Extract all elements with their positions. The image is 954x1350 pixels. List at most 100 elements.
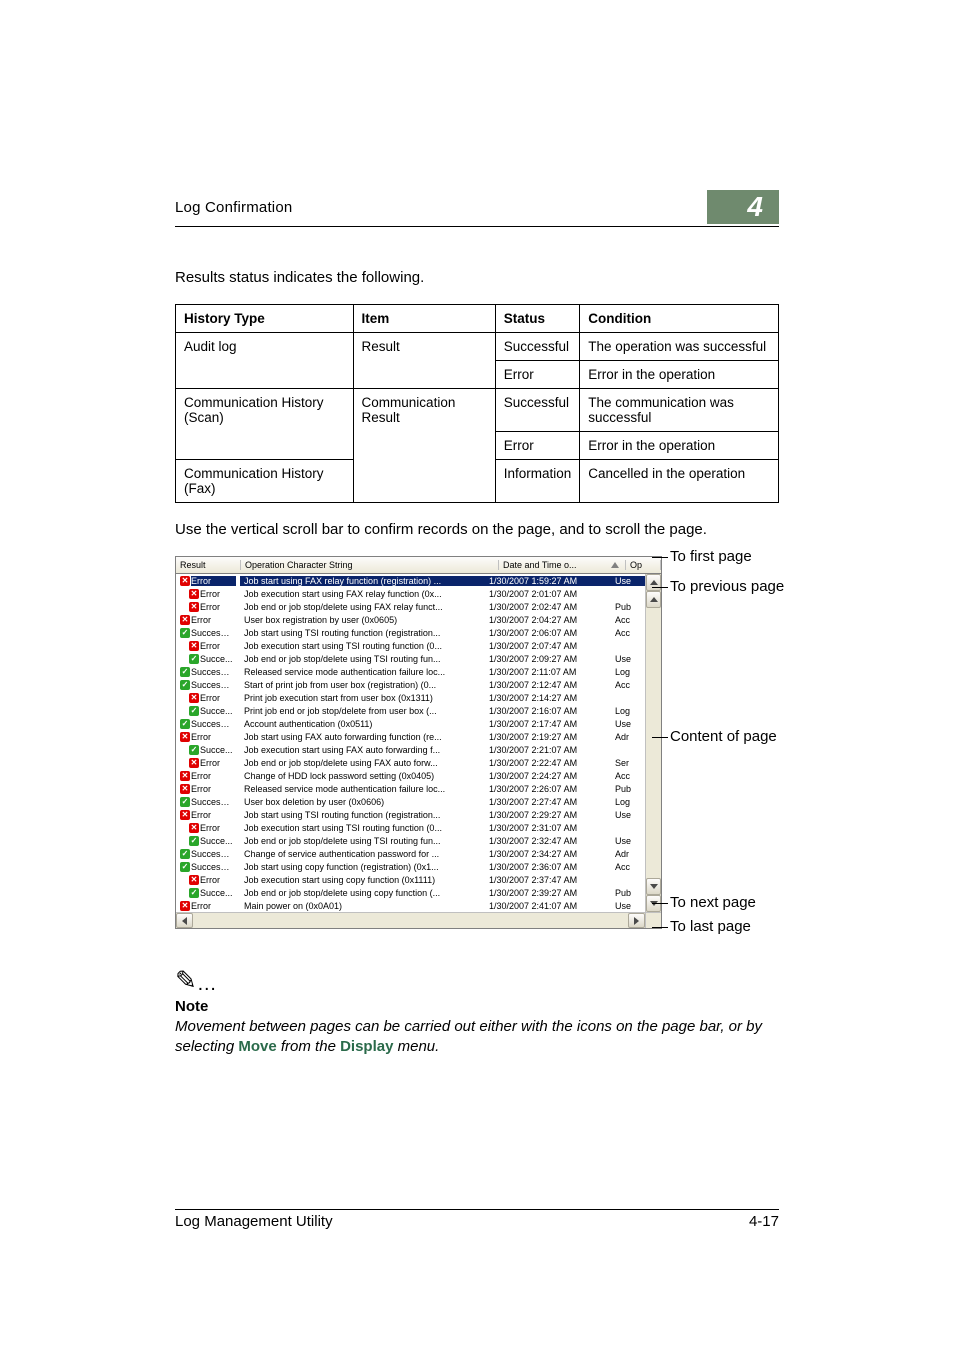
sort-asc-icon: [611, 562, 619, 568]
scroll-down-button[interactable]: [646, 878, 661, 895]
grid-cell-result-label: Error: [191, 771, 236, 781]
grid-row[interactable]: ✓SuccessfulUser box deletion by user (0x…: [176, 795, 645, 808]
success-icon: ✓: [189, 888, 199, 898]
grid-col-operation[interactable]: Operation Character String: [241, 560, 499, 570]
scroll-up-button[interactable]: [646, 591, 661, 608]
grid-row[interactable]: ✕ErrorUser box registration by user (0x0…: [176, 613, 645, 626]
scroll-track[interactable]: [646, 608, 661, 878]
grid-cell-result: ✓Successful: [176, 862, 240, 872]
grid-cell-datetime: 1/30/2007 2:32:47 AM: [485, 836, 611, 846]
grid-row[interactable]: ✕ErrorJob end or job stop/delete using F…: [176, 600, 645, 613]
grid-col-result[interactable]: Result: [176, 560, 241, 570]
grid-cell-result: ✓Succe...: [176, 745, 240, 755]
grid-cell-datetime: 1/30/2007 2:14:27 AM: [485, 693, 611, 703]
page-footer: Log Management Utility 4-17: [175, 1209, 779, 1230]
success-icon: ✓: [180, 797, 190, 807]
grid-cell-op: Acc: [611, 628, 645, 638]
error-icon: ✕: [189, 758, 199, 768]
grid-cell-datetime: 1/30/2007 2:19:27 AM: [485, 732, 611, 742]
grid-cell-result-label: Succe...: [200, 706, 236, 716]
grid-row[interactable]: ✓SuccessfulChange of service authenticat…: [176, 847, 645, 860]
error-icon: ✕: [180, 784, 190, 794]
page-header-title: Log Confirmation: [175, 199, 292, 216]
grid-cell-operation: Job start using FAX auto forwarding func…: [240, 732, 485, 742]
grid-cell-result: ✓Successful: [176, 797, 240, 807]
grid-cell-op: Ser: [611, 758, 645, 768]
grid-cell-result: ✓Succe...: [176, 836, 240, 846]
grid-cell-result: ✓Succe...: [176, 706, 240, 716]
grid-row[interactable]: ✕ErrorChange of HDD lock password settin…: [176, 769, 645, 782]
grid-cell-operation: Start of print job from user box (regist…: [240, 680, 485, 690]
grid-row[interactable]: ✕ErrorJob execution start using FAX rela…: [176, 587, 645, 600]
table-row: Audit log Result Successful The operatio…: [176, 333, 779, 361]
grid-cell-result: ✕Error: [176, 576, 240, 586]
grid-col-datetime[interactable]: Date and Time o...: [499, 560, 626, 570]
hscroll-track[interactable]: [193, 913, 628, 928]
grid-row[interactable]: ✓SuccessfulReleased service mode authent…: [176, 665, 645, 678]
grid-row[interactable]: ✓Succe...Job execution start using FAX a…: [176, 743, 645, 756]
grid-row[interactable]: ✕ErrorJob end or job stop/delete using F…: [176, 756, 645, 769]
scroll-first-button[interactable]: [646, 574, 661, 591]
grid-cell-datetime: 1/30/2007 2:01:07 AM: [485, 589, 611, 599]
grid-col-datetime-label: Date and Time o...: [503, 560, 577, 570]
error-icon: ✕: [189, 602, 199, 612]
grid-row[interactable]: ✕ErrorReleased service mode authenticati…: [176, 782, 645, 795]
col-condition: Condition: [580, 305, 779, 333]
grid-row[interactable]: ✕ErrorJob start using TSI routing functi…: [176, 808, 645, 821]
grid-cell-result: ✕Error: [176, 602, 240, 612]
scroll-right-button[interactable]: [628, 913, 645, 928]
grid-row[interactable]: ✓SuccessfulStart of print job from user …: [176, 678, 645, 691]
table-header-row: History Type Item Status Condition: [176, 305, 779, 333]
success-icon: ✓: [189, 745, 199, 755]
grid-row[interactable]: ✕ErrorJob execution start using TSI rout…: [176, 639, 645, 652]
error-icon: ✕: [180, 810, 190, 820]
cell-history: Audit log: [176, 333, 354, 389]
grid-cell-result: ✕Error: [176, 810, 240, 820]
grid-row[interactable]: ✓Succe...Job end or job stop/delete usin…: [176, 834, 645, 847]
scroll-left-button[interactable]: [176, 913, 193, 928]
grid-cell-datetime: 1/30/2007 2:31:07 AM: [485, 823, 611, 833]
grid-cell-datetime: 1/30/2007 2:12:47 AM: [485, 680, 611, 690]
grid-row[interactable]: ✕ErrorMain power on (0x0A01)1/30/2007 2:…: [176, 899, 645, 912]
grid-row[interactable]: ✕ErrorJob execution start using copy fun…: [176, 873, 645, 886]
note-body: Movement between pages can be carried ou…: [175, 1017, 779, 1058]
table-row: Communication History (Scan) Communicati…: [176, 389, 779, 432]
grid-row[interactable]: ✓Succe...Print job end or job stop/delet…: [176, 704, 645, 717]
grid-cell-datetime: 1/30/2007 2:36:07 AM: [485, 862, 611, 872]
grid-cell-result-label: Succe...: [200, 888, 236, 898]
grid-cell-operation: Job start using TSI routing function (re…: [240, 628, 485, 638]
grid-cell-result: ✓Succe...: [176, 888, 240, 898]
grid-cell-result: ✓Successful: [176, 680, 240, 690]
grid-cell-result: ✕Error: [176, 875, 240, 885]
grid-cell-operation: Released service mode authentication fai…: [240, 784, 485, 794]
grid-cell-op: Use: [611, 654, 645, 664]
grid-cell-result-label: Error: [200, 589, 236, 599]
grid-row[interactable]: ✕ErrorJob execution start using TSI rout…: [176, 821, 645, 834]
success-icon: ✓: [180, 667, 190, 677]
grid-row[interactable]: ✕ErrorPrint job execution start from use…: [176, 691, 645, 704]
grid-cell-operation: Job start using FAX relay function (regi…: [240, 576, 485, 586]
error-icon: ✕: [180, 732, 190, 742]
note-text-2: from the: [277, 1038, 340, 1055]
cell-history: Communication History (Scan): [176, 389, 354, 460]
grid-cell-result-label: Error: [200, 641, 236, 651]
grid-cell-result-label: Error: [200, 602, 236, 612]
grid-col-op[interactable]: Op: [626, 560, 661, 570]
grid-row[interactable]: ✓Succe...Job end or job stop/delete usin…: [176, 652, 645, 665]
grid-row[interactable]: ✓Succe...Job end or job stop/delete usin…: [176, 886, 645, 899]
success-icon: ✓: [180, 862, 190, 872]
grid-cell-operation: Released service mode authentication fai…: [240, 667, 485, 677]
grid-row[interactable]: ✓SuccessfulAccount authentication (0x051…: [176, 717, 645, 730]
grid-row[interactable]: ✕ErrorJob start using FAX auto forwardin…: [176, 730, 645, 743]
grid-cell-operation: Job execution start using TSI routing fu…: [240, 823, 485, 833]
grid-row[interactable]: ✓SuccessfulJob start using TSI routing f…: [176, 626, 645, 639]
horizontal-scrollbar[interactable]: [176, 912, 661, 928]
scroll-corner: [645, 913, 661, 928]
col-item: Item: [353, 305, 495, 333]
triangle-first-icon: [650, 580, 658, 585]
grid-cell-operation: Job execution start using FAX auto forwa…: [240, 745, 485, 755]
grid-row[interactable]: ✓SuccessfulJob start using copy function…: [176, 860, 645, 873]
grid-body: ✕ErrorJob start using FAX relay function…: [176, 574, 645, 912]
vertical-scrollbar[interactable]: [645, 574, 661, 912]
grid-row[interactable]: ✕ErrorJob start using FAX relay function…: [176, 574, 645, 587]
